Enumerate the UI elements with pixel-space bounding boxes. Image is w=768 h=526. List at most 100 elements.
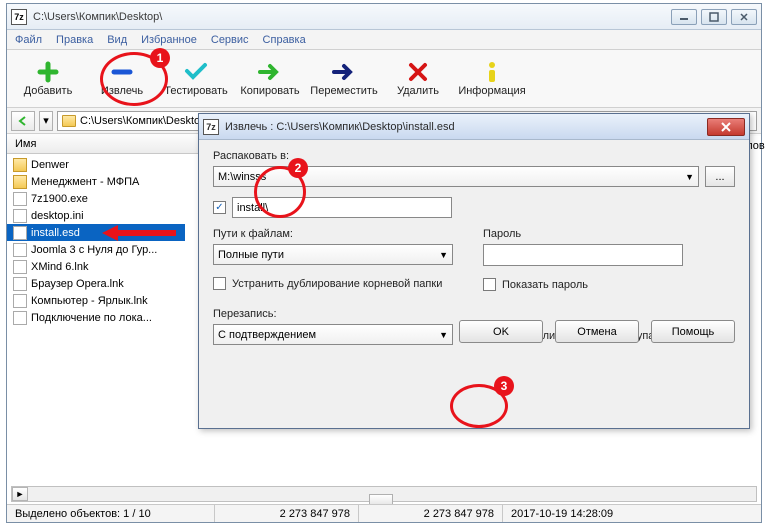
column-name[interactable]: Имя [15, 138, 36, 150]
file-icon [13, 209, 27, 223]
file-name: Браузер Opera.lnk [31, 278, 124, 290]
file-icon [13, 192, 27, 206]
subfolder-value: install\ [237, 202, 268, 214]
minus-icon [109, 61, 135, 83]
info-button[interactable]: Информация [455, 53, 529, 105]
file-row[interactable]: Менеджмент - МФПА [7, 173, 185, 190]
subfolder-input[interactable]: install\ [232, 197, 452, 218]
file-name: XMind 6.lnk [31, 261, 88, 273]
arrow-right-blue-icon [331, 61, 357, 83]
x-icon [405, 61, 431, 83]
ok-button[interactable]: OK [459, 320, 543, 343]
file-row[interactable]: XMind 6.lnk [7, 258, 185, 275]
status-selection: Выделено объектов: 1 / 10 [7, 505, 215, 522]
extract-dialog: 7z Извлечь : C:\Users\Компик\Desktop\ins… [198, 113, 750, 429]
overwrite-value: С подтверждением [218, 329, 316, 341]
status-size2: 2 273 847 978 [359, 505, 503, 522]
chevron-down-icon: ▼ [439, 250, 448, 260]
menu-file[interactable]: Файл [15, 34, 42, 46]
overwrite-combo[interactable]: С подтверждением ▼ [213, 324, 453, 345]
browse-button[interactable]: ... [705, 166, 735, 187]
extract-to-value: M:\winsss [218, 171, 266, 183]
file-row[interactable]: Подключение по лока... [7, 309, 185, 326]
menu-help[interactable]: Справка [263, 34, 306, 46]
help-button[interactable]: Помощь [651, 320, 735, 343]
paths-combo[interactable]: Полные пути ▼ [213, 244, 453, 265]
file-list: Denwer Менеджмент - МФПА 7z1900.exe desktop… [7, 156, 185, 484]
nav-dropdown-button[interactable]: ▾ [39, 111, 53, 131]
show-password-label: Показать пароль [502, 279, 588, 291]
paths-label: Пути к файлам: [213, 228, 453, 240]
file-row[interactable]: install.esd [7, 224, 185, 241]
scroll-left-button[interactable]: ◄ [12, 487, 28, 501]
password-input[interactable] [483, 244, 683, 266]
menu-favorites[interactable]: Избранное [141, 34, 197, 46]
subfolder-checkbox[interactable]: ✓ [213, 201, 226, 214]
extract-label: Извлечь [101, 85, 143, 97]
password-label: Пароль [483, 228, 735, 240]
horizontal-scrollbar[interactable]: ◄ ► [11, 486, 757, 502]
file-row[interactable]: 7z1900.exe [7, 190, 185, 207]
close-button[interactable] [731, 9, 757, 25]
eliminate-dup-checkbox[interactable] [213, 277, 226, 290]
titlebar: 7z C:\Users\Компик\Desktop\ [7, 4, 761, 30]
file-icon [13, 260, 27, 274]
menubar: Файл Правка Вид Избранное Сервис Справка [7, 30, 761, 50]
plus-icon [35, 61, 61, 83]
folder-icon [62, 115, 76, 127]
file-name: Denwer [31, 159, 69, 171]
extract-to-label: Распаковать в: [213, 150, 735, 162]
check-icon [183, 61, 209, 83]
test-label: Тестировать [164, 85, 228, 97]
move-button[interactable]: Переместить [307, 53, 381, 105]
dialog-close-button[interactable] [707, 118, 745, 136]
cancel-button[interactable]: Отмена [555, 320, 639, 343]
app-icon: 7z [11, 9, 27, 25]
delete-button[interactable]: Удалить [381, 53, 455, 105]
menu-tools[interactable]: Сервис [211, 34, 249, 46]
status-date: 2017-10-19 14:28:09 [503, 505, 621, 522]
move-label: Переместить [310, 85, 377, 97]
info-label: Информация [458, 85, 525, 97]
file-icon [13, 226, 27, 240]
maximize-button[interactable] [701, 9, 727, 25]
file-row[interactable]: desktop.ini [7, 207, 185, 224]
minimize-button[interactable] [671, 9, 697, 25]
file-icon [13, 311, 27, 325]
extract-to-input[interactable]: M:\winsss ▼ [213, 166, 699, 187]
file-row[interactable]: Компьютер - Ярлык.lnk [7, 292, 185, 309]
chevron-down-icon: ▼ [685, 172, 694, 182]
show-password-checkbox[interactable] [483, 278, 496, 291]
chevron-down-icon: ▼ [439, 330, 448, 340]
file-name: Менеджмент - МФПА [31, 176, 139, 188]
nav-back-button[interactable] [11, 111, 35, 131]
file-icon [13, 294, 27, 308]
file-row[interactable]: Браузер Opera.lnk [7, 275, 185, 292]
file-name: Компьютер - Ярлык.lnk [31, 295, 148, 307]
scroll-right-button[interactable]: ► [12, 487, 28, 501]
copy-button[interactable]: Копировать [233, 53, 307, 105]
address-path: C:\Users\Компик\Desktop\ [80, 115, 209, 127]
overwrite-label: Перезапись: [213, 308, 453, 320]
add-label: Добавить [24, 85, 73, 97]
file-icon [13, 243, 27, 257]
paths-value: Полные пути [218, 249, 284, 261]
file-name: Joomla 3 с Нуля до Гур... [31, 244, 157, 256]
menu-edit[interactable]: Правка [56, 34, 93, 46]
app-icon: 7z [203, 119, 219, 135]
file-name: 7z1900.exe [31, 193, 88, 205]
status-size1: 2 273 847 978 [215, 505, 359, 522]
add-button[interactable]: Добавить [11, 53, 85, 105]
statusbar: Выделено объектов: 1 / 10 2 273 847 978 … [7, 504, 761, 522]
menu-view[interactable]: Вид [107, 34, 127, 46]
extract-button[interactable]: Извлечь [85, 53, 159, 105]
eliminate-dup-label: Устранить дублирование корневой папки [232, 278, 442, 290]
delete-label: Удалить [397, 85, 439, 97]
test-button[interactable]: Тестировать [159, 53, 233, 105]
toolbar: Добавить Извлечь Тестировать Копировать … [7, 50, 761, 108]
copy-label: Копировать [240, 85, 299, 97]
file-row[interactable]: Joomla 3 с Нуля до Гур... [7, 241, 185, 258]
arrow-right-green-icon [257, 61, 283, 83]
file-icon [13, 277, 27, 291]
file-row[interactable]: Denwer [7, 156, 185, 173]
